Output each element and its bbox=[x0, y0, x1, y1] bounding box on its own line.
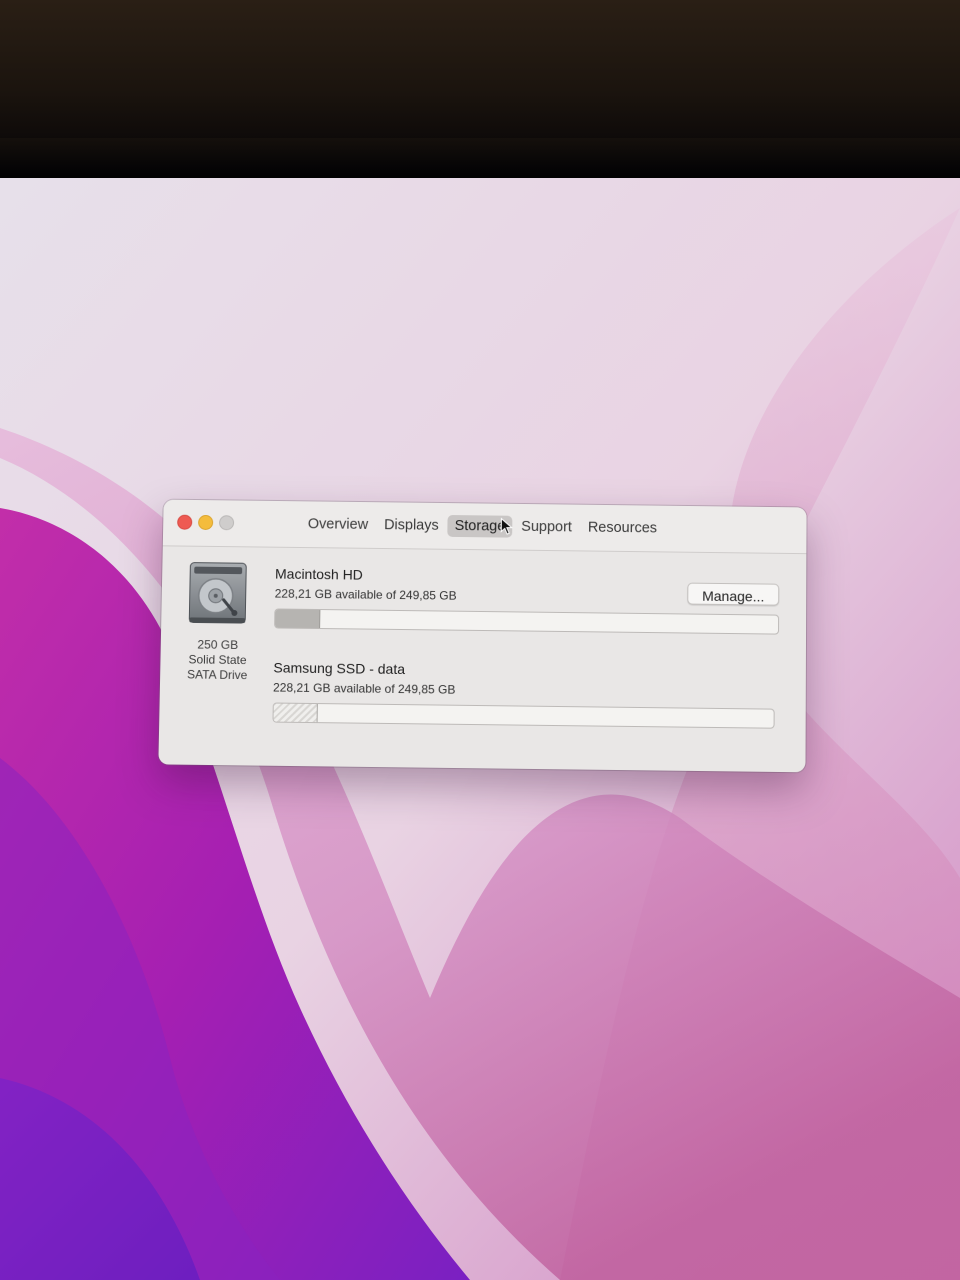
tab-overview[interactable]: Overview bbox=[301, 513, 376, 536]
volume-availability: 228,21 GB available of 249,85 GB bbox=[273, 680, 456, 696]
storage-bar bbox=[274, 608, 779, 634]
desktop: Overview Displays Storage Support Resour… bbox=[0, 178, 960, 1280]
storage-bar bbox=[272, 703, 774, 729]
about-this-mac-window: Overview Displays Storage Support Resour… bbox=[158, 500, 806, 773]
title-bar: Overview Displays Storage Support Resour… bbox=[163, 500, 807, 555]
drive-type: Solid State bbox=[174, 652, 260, 668]
tab-displays[interactable]: Displays bbox=[377, 514, 446, 537]
storage-bar-used bbox=[273, 704, 318, 723]
tab-support[interactable]: Support bbox=[514, 516, 579, 539]
photo-scene: Overview Displays Storage Support Resour… bbox=[0, 0, 960, 1280]
mouse-cursor-icon bbox=[500, 518, 514, 536]
drive-capacity: 250 GB bbox=[175, 637, 261, 653]
monitor-bezel bbox=[0, 0, 960, 150]
zoom-button[interactable] bbox=[219, 515, 234, 530]
monitor-bezel-edge bbox=[0, 138, 960, 182]
volume-name: Macintosh HD bbox=[275, 566, 363, 583]
tab-bar: Overview Displays Storage Support Resour… bbox=[301, 513, 664, 539]
manage-button[interactable]: Manage... bbox=[687, 583, 779, 606]
hard-drive-icon bbox=[187, 562, 248, 627]
close-button[interactable] bbox=[177, 515, 192, 530]
drive-interface: SATA Drive bbox=[174, 667, 260, 683]
volume-availability: 228,21 GB available of 249,85 GB bbox=[275, 587, 457, 603]
drive-caption: 250 GB Solid State SATA Drive bbox=[174, 637, 261, 683]
minimize-button[interactable] bbox=[198, 515, 213, 530]
volume-name: Samsung SSD - data bbox=[273, 659, 405, 677]
tab-resources[interactable]: Resources bbox=[581, 517, 664, 540]
storage-bar-used bbox=[275, 609, 320, 628]
